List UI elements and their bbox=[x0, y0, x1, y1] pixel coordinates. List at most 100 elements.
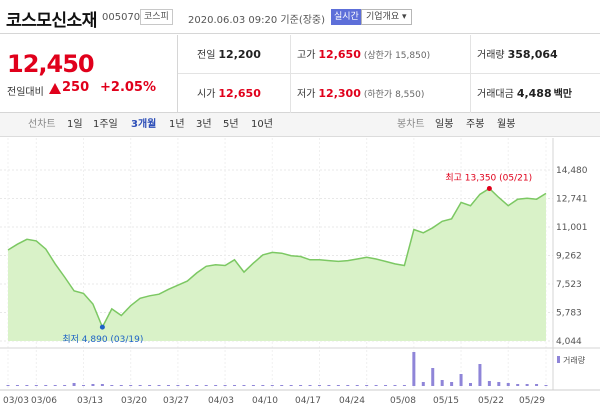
company-overview-dropdown[interactable]: 기업개요 ▾ bbox=[361, 9, 412, 25]
volume-bar bbox=[53, 385, 57, 386]
volume-bar bbox=[214, 385, 218, 386]
low-value: 12,300 bbox=[318, 87, 361, 100]
volume-bar bbox=[110, 385, 114, 386]
volume-bars: 거래량 bbox=[6, 352, 586, 386]
line-chart-label: 선차트 bbox=[28, 119, 56, 130]
volume-bar bbox=[44, 385, 48, 386]
low-annotation: 최저 4,890 (03/19) bbox=[62, 334, 143, 345]
volume-bar bbox=[289, 385, 293, 386]
volume-label: 거래량 bbox=[477, 50, 505, 61]
volume-bar bbox=[270, 385, 274, 386]
y-tick-label: 12,741 bbox=[556, 195, 588, 205]
volume-bar bbox=[280, 385, 284, 386]
price-chart: 14,480 12,741 11,001 9,262 7,523 5,783 4,044 최… bbox=[0, 138, 600, 416]
volume-bar bbox=[506, 383, 510, 386]
candle-chart-label: 봉차트 bbox=[397, 119, 425, 130]
period-1w[interactable]: 1주일 bbox=[93, 113, 118, 137]
volume-bar bbox=[346, 385, 350, 386]
volume-bar bbox=[497, 382, 501, 386]
volume-bar bbox=[535, 384, 539, 386]
x-tick-label: 04/03 bbox=[208, 396, 234, 406]
upper-limit: (상한가 15,850) bbox=[363, 51, 431, 61]
change-percent: +2.05% bbox=[100, 80, 156, 95]
quote-row-1: 전일 12,200 고가 12,650 (상한가 15,850) 거래량 358,064 bbox=[178, 35, 600, 74]
volume-cell: 거래량 358,064 bbox=[470, 35, 558, 74]
volume-bar bbox=[308, 385, 312, 386]
high-label: 고가 bbox=[297, 50, 316, 61]
y-tick-label: 14,480 bbox=[556, 166, 588, 176]
volume-bar bbox=[440, 380, 444, 386]
x-tick-label: 04/10 bbox=[252, 396, 278, 406]
volume-bar bbox=[63, 385, 67, 386]
stock-code: 005070 bbox=[102, 12, 141, 23]
volume-bar bbox=[251, 385, 255, 386]
open-value: 12,650 bbox=[218, 87, 261, 100]
x-tick-label: 03/06 bbox=[31, 396, 57, 406]
change-value: 250 bbox=[62, 80, 90, 95]
chart-toolbar: 선차트 1일 1주일 3개월 1년 3년 5년 10년 봉차트 일봉 주봉 월봉 bbox=[0, 113, 600, 137]
x-tick-label: 03/20 bbox=[121, 396, 147, 406]
turnover-unit: 백만 bbox=[553, 89, 573, 100]
prev-close-value: 12,200 bbox=[218, 48, 261, 61]
volume-bar bbox=[91, 384, 95, 386]
volume-bar bbox=[166, 385, 170, 386]
price-chart-svg: 14,480 12,741 11,001 9,262 7,523 5,783 4,044 최… bbox=[0, 138, 600, 406]
low-label: 저가 bbox=[297, 89, 316, 100]
realtime-button[interactable]: 실시간 bbox=[331, 9, 362, 25]
period-3y[interactable]: 3년 bbox=[196, 113, 212, 137]
price-area bbox=[7, 187, 547, 341]
turnover-cell: 거래대금 4,488 백만 bbox=[470, 74, 572, 113]
volume-bar bbox=[157, 385, 161, 386]
volume-bar bbox=[223, 385, 227, 386]
y-axis: 14,480 12,741 11,001 9,262 7,523 5,783 4,044 bbox=[556, 166, 588, 347]
volume-bar bbox=[185, 385, 189, 386]
prev-close-cell: 전일 12,200 bbox=[197, 35, 261, 74]
volume-bar bbox=[365, 385, 369, 386]
volume-bar bbox=[195, 385, 199, 386]
volume-bar bbox=[468, 383, 472, 386]
x-tick-label: 03/03 bbox=[3, 396, 29, 406]
quote-row-2: 시가 12,650 저가 12,300 (하한가 8,550) 거래대금 4,488 백만 bbox=[178, 74, 600, 113]
volume-bar bbox=[72, 383, 76, 386]
volume-bar bbox=[25, 385, 29, 386]
period-10y[interactable]: 10년 bbox=[251, 113, 273, 137]
stock-name: 코스모신소재 bbox=[6, 11, 97, 31]
x-tick-label: 03/27 bbox=[163, 396, 189, 406]
y-tick-label: 5,783 bbox=[556, 309, 582, 319]
low-point-marker bbox=[99, 324, 105, 330]
low-cell: 저가 12,300 (하한가 8,550) bbox=[290, 74, 424, 113]
volume-bar bbox=[15, 385, 19, 386]
quote-timestamp: 2020.06.03 09:20 기준(장중) bbox=[188, 15, 326, 26]
period-1y[interactable]: 1년 bbox=[169, 113, 185, 137]
volume-legend-swatch bbox=[557, 356, 560, 363]
volume-bar bbox=[431, 368, 435, 386]
volume-bar bbox=[100, 384, 104, 386]
x-tick-label: 05/22 bbox=[478, 396, 504, 406]
x-tick-label: 03/13 bbox=[77, 396, 103, 406]
high-cell: 고가 12,650 (상한가 15,850) bbox=[290, 35, 430, 74]
prev-close-label: 전일 bbox=[197, 50, 216, 61]
volume-bar bbox=[544, 385, 548, 386]
open-cell: 시가 12,650 bbox=[197, 74, 261, 113]
candle-monthly[interactable]: 월봉 bbox=[497, 113, 515, 137]
candle-weekly[interactable]: 주봉 bbox=[466, 113, 484, 137]
volume-bar bbox=[412, 352, 416, 386]
period-1d[interactable]: 1일 bbox=[67, 113, 83, 137]
volume-legend: 거래량 bbox=[563, 355, 586, 365]
volume-bar bbox=[82, 385, 86, 386]
candle-daily[interactable]: 일봉 bbox=[435, 113, 453, 137]
volume-bar bbox=[261, 385, 265, 386]
high-point-marker bbox=[486, 186, 492, 192]
volume-bar bbox=[459, 374, 463, 386]
quote-details: 전일 12,200 고가 12,650 (상한가 15,850) 거래량 358,064… bbox=[178, 35, 600, 113]
volume-bar bbox=[317, 385, 321, 386]
x-tick-label: 05/15 bbox=[433, 396, 459, 406]
volume-bar bbox=[299, 385, 303, 386]
volume-bar bbox=[148, 385, 152, 386]
period-3m[interactable]: 3개월 bbox=[131, 113, 156, 137]
period-5y[interactable]: 5년 bbox=[223, 113, 239, 137]
y-tick-label: 4,044 bbox=[556, 337, 582, 347]
volume-bar bbox=[119, 385, 123, 386]
volume-bar bbox=[327, 385, 331, 386]
volume-bar bbox=[402, 385, 406, 386]
